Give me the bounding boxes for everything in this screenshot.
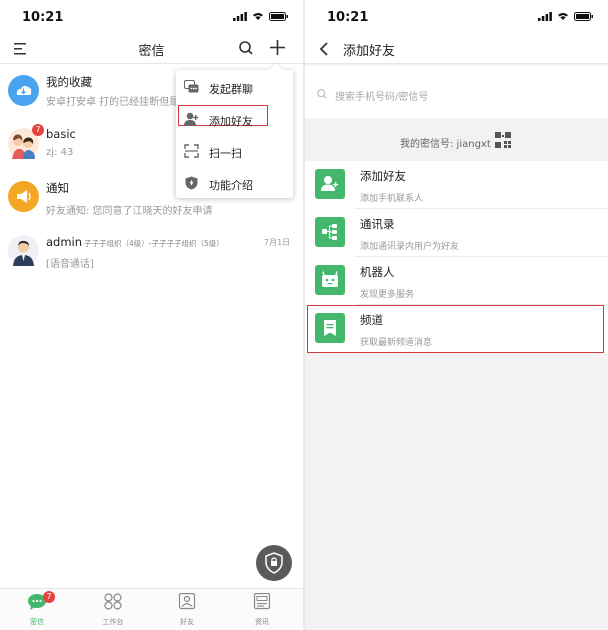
workbench-icon xyxy=(104,593,122,610)
chat-preview: zj: 43 xyxy=(46,147,74,158)
search-icon xyxy=(317,89,327,99)
status-bar: 10:21 xyxy=(0,0,303,34)
notice-avatar xyxy=(8,181,39,212)
menu-label: 发起群聊 xyxy=(209,83,253,96)
chat-name: 通知 xyxy=(46,181,69,195)
bottom-tab-bar: 7 密信 工作台 好友 资讯 xyxy=(0,588,303,630)
friends-icon xyxy=(178,592,196,610)
wifi-icon xyxy=(253,13,263,20)
option-subtitle: 添加通讯录内用户为好友 xyxy=(360,242,460,252)
chat-list-screen: 10:21 密信 我的收藏 安卓打安卓 打的已经挂断但是 7 basic zj:… xyxy=(0,0,303,630)
option-robot[interactable]: 机器人 发现更多服务 xyxy=(305,257,608,305)
nav-bar: 密信 xyxy=(0,34,303,64)
back-arrow-icon[interactable] xyxy=(319,42,329,56)
megaphone-icon xyxy=(17,190,31,203)
option-subtitle: 添加手机联系人 xyxy=(360,194,424,204)
wifi-icon xyxy=(558,13,568,20)
menu-item-add-friend[interactable]: 添加好友 xyxy=(176,104,293,136)
tab-friends[interactable]: 好友 xyxy=(157,592,217,627)
favorites-avatar xyxy=(8,75,39,106)
chat-date: 7月1日 xyxy=(264,238,291,247)
unread-badge: 7 xyxy=(43,591,55,603)
battery-icon xyxy=(574,12,593,21)
chat-preview: 安卓打安卓 打的已经挂断但是 xyxy=(46,97,180,108)
contacts-icon xyxy=(315,217,345,247)
status-bar: 10:21 xyxy=(305,0,608,34)
option-title: 通讯录 xyxy=(360,217,395,231)
feature-intro-icon xyxy=(185,176,198,190)
plus-icon[interactable] xyxy=(270,40,285,55)
tab-news[interactable]: 资讯 xyxy=(232,592,292,627)
chat-preview: 好友通知: 您同意了江晓天的好友申请 xyxy=(46,206,213,217)
chat-name: 我的收藏 xyxy=(46,75,92,89)
option-add-contact[interactable]: 添加好友 添加手机联系人 xyxy=(305,161,608,209)
nav-bar: 添加好友 xyxy=(305,34,608,64)
plus-popup-menu: 发起群聊 添加好友 扫一扫 功能介绍 xyxy=(176,62,293,200)
status-icons xyxy=(233,12,289,21)
unread-badge: 7 xyxy=(32,124,44,136)
search-bar[interactable]: 搜索手机号码/密信号 xyxy=(305,66,608,118)
battery-icon xyxy=(269,12,288,21)
scan-icon xyxy=(184,144,199,158)
option-subtitle: 发现更多服务 xyxy=(360,290,415,300)
tab-label: 好友 xyxy=(180,618,194,626)
menu-label: 添加好友 xyxy=(209,115,253,128)
menu-item-feature-intro[interactable]: 功能介绍 xyxy=(176,168,293,200)
status-icons xyxy=(538,12,594,21)
tab-messages[interactable]: 7 密信 xyxy=(7,591,67,627)
add-friend-screen: 10:21 添加好友 搜索手机号码/密信号 我的密信号: jiangxt 添加好… xyxy=(305,0,608,630)
menu-item-group-chat[interactable]: 发起群聊 xyxy=(176,72,293,104)
status-time: 10:21 xyxy=(327,10,369,25)
option-title: 添加好友 xyxy=(360,169,406,183)
admin-avatar xyxy=(8,235,39,266)
add-contact-icon xyxy=(315,169,345,199)
news-icon xyxy=(253,592,271,610)
status-time: 10:21 xyxy=(22,10,64,25)
qr-code-icon[interactable] xyxy=(495,132,511,148)
my-id-row[interactable]: 我的密信号: jiangxt xyxy=(305,118,608,160)
option-contacts[interactable]: 通讯录 添加通讯录内用户为好友 xyxy=(305,209,608,257)
shield-lock-icon xyxy=(265,552,283,574)
tab-label: 资讯 xyxy=(255,618,269,626)
tab-workbench[interactable]: 工作台 xyxy=(83,593,143,627)
add-friend-icon xyxy=(184,112,199,126)
tab-label: 密信 xyxy=(30,618,44,626)
highlight-box xyxy=(307,305,604,353)
group-chat-icon xyxy=(184,80,199,93)
chat-item-admin[interactable]: admin 子子子组织（4级）-子子子子组织（5级） 7月1日 [语音通话] xyxy=(0,223,303,276)
chat-name: admin xyxy=(46,235,83,249)
chat-name: basic xyxy=(46,127,76,141)
page-title: 密信 xyxy=(138,44,165,59)
page-title: 添加好友 xyxy=(343,44,396,59)
my-id-label: 我的密信号: jiangxt xyxy=(400,139,491,150)
floating-lock-button[interactable] xyxy=(256,545,292,581)
tab-label: 工作台 xyxy=(102,618,124,626)
menu-item-scan[interactable]: 扫一扫 xyxy=(176,136,293,168)
person-avatar-icon xyxy=(13,240,34,266)
chat-preview: [语音通话] xyxy=(46,259,94,270)
signal-icon xyxy=(538,12,552,21)
option-title: 机器人 xyxy=(360,265,395,279)
menu-label: 扫一扫 xyxy=(209,147,242,160)
search-input[interactable]: 搜索手机号码/密信号 xyxy=(335,88,428,103)
cloud-icon xyxy=(16,85,32,95)
robot-icon xyxy=(315,265,345,295)
menu-label: 功能介绍 xyxy=(209,179,253,192)
search-icon[interactable] xyxy=(239,41,253,55)
chat-org: 子子子组织（4级）-子子子子组织（5级） xyxy=(84,239,224,248)
signal-icon xyxy=(233,12,247,21)
